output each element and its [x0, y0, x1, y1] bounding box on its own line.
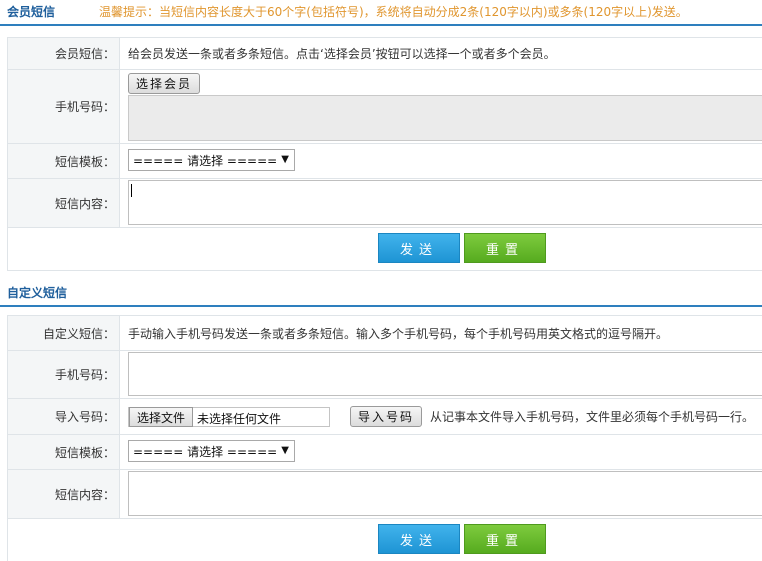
chevron-down-icon: ▼: [281, 154, 289, 165]
chevron-down-icon: ▼: [281, 445, 289, 456]
custom-sms-description: 手动输入手机号码发送一条或者多条短信。输入多个手机号码，每个手机号码用英文格式的…: [128, 326, 669, 341]
custom-reset-button[interactable]: 重置: [464, 524, 546, 554]
custom-sms-form: 自定义短信： 手动输入手机号码发送一条或者多条短信。输入多个手机号码，每个手机号…: [7, 315, 762, 561]
custom-sms-info-row: 自定义短信： 手动输入手机号码发送一条或者多条短信。输入多个手机号码，每个手机号…: [8, 316, 762, 351]
custom-content-label: 短信内容：: [8, 470, 120, 518]
custom-sms-header: 自定义短信: [0, 281, 762, 307]
import-label: 导入号码：: [8, 399, 120, 434]
select-member-button[interactable]: 选择会员: [128, 73, 200, 94]
member-sms-form: 会员短信： 给会员发送一条或者多条短信。点击‘选择会员’按钮可以选择一个或者多个…: [7, 37, 762, 271]
file-input[interactable]: 选择文件 未选择任何文件: [128, 407, 330, 427]
custom-send-button[interactable]: 发送: [378, 524, 460, 554]
import-row: 导入号码： 选择文件 未选择任何文件 导入号码 从记事本文件导入手机号码，文件里…: [8, 399, 762, 435]
no-file-text: 未选择任何文件: [197, 412, 282, 426]
member-sms-title: 会员短信: [7, 5, 56, 19]
custom-template-row: 短信模板： ===== 请选择 ===== ▼: [8, 435, 762, 470]
member-template-select[interactable]: ===== 请选择 ===== ▼: [128, 149, 295, 171]
text-caret: [131, 184, 132, 197]
member-template-row: 短信模板： ===== 请选择 ===== ▼: [8, 144, 762, 179]
member-phone-row: 手机号码： 选择会员: [8, 70, 762, 144]
member-template-label: 短信模板：: [8, 144, 120, 178]
member-sms-info-row: 会员短信： 给会员发送一条或者多条短信。点击‘选择会员’按钮可以选择一个或者多个…: [8, 38, 762, 70]
member-phone-label: 手机号码：: [8, 70, 120, 143]
member-template-selected: ===== 请选择 =====: [133, 153, 278, 168]
member-sms-description: 给会员发送一条或者多条短信。点击‘选择会员’按钮可以选择一个或者多个会员。: [128, 47, 556, 61]
member-reset-button[interactable]: 重置: [464, 233, 546, 263]
custom-phone-row: 手机号码：: [8, 351, 762, 399]
custom-phone-label: 手机号码：: [8, 351, 120, 398]
custom-sms-title: 自定义短信: [7, 286, 68, 300]
custom-template-selected: ===== 请选择 =====: [133, 444, 278, 459]
custom-button-row: 发送 重置: [8, 519, 762, 561]
import-number-button[interactable]: 导入号码: [350, 406, 422, 427]
custom-template-select[interactable]: ===== 请选择 ===== ▼: [128, 440, 295, 462]
warm-tip: 温馨提示：当短信内容长度大于60个字(包括符号)，系统将自动分成2条(120字以…: [99, 5, 688, 19]
choose-file-button[interactable]: 选择文件: [129, 407, 193, 427]
custom-content-textarea[interactable]: [128, 471, 762, 516]
member-content-textarea[interactable]: [128, 180, 762, 225]
custom-template-label: 短信模板：: [8, 435, 120, 469]
member-button-row: 发送 重置: [8, 228, 762, 271]
import-description: 从记事本文件导入手机号码，文件里必须每个手机号码一行。: [430, 410, 755, 424]
custom-content-row: 短信内容：: [8, 470, 762, 519]
member-content-row: 短信内容：: [8, 179, 762, 228]
member-sms-label: 会员短信：: [8, 38, 120, 69]
custom-sms-label: 自定义短信：: [8, 316, 120, 350]
member-sms-header: 会员短信 温馨提示：当短信内容长度大于60个字(包括符号)，系统将自动分成2条(…: [0, 0, 762, 26]
member-content-label: 短信内容：: [8, 179, 120, 227]
member-phone-list[interactable]: [128, 95, 762, 141]
member-send-button[interactable]: 发送: [378, 233, 460, 263]
custom-phone-textarea[interactable]: [128, 352, 762, 396]
